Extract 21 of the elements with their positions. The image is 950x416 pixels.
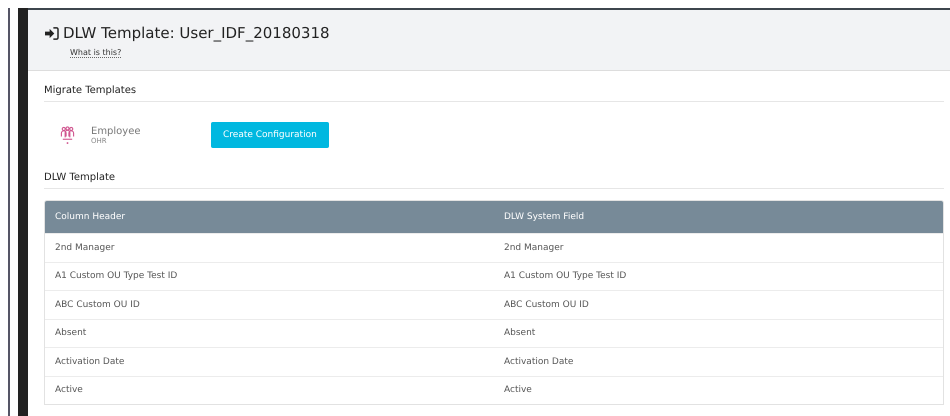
table-cell-text: A1 Custom OU Type Test ID (54, 271, 178, 282)
table-cell-text: 2nd Manager (503, 242, 564, 253)
section-title: DLW Template (44, 172, 944, 189)
table-cell-text: Activation Date (54, 356, 126, 367)
section-title: Migrate Templates (44, 85, 944, 102)
page-title: DLW Template: User_IDF_20180318 (63, 24, 330, 42)
table-cell-text: ABC Custom OU ID (503, 300, 590, 310)
column-header: DLW System Field (503, 212, 586, 222)
table-cell-text: Activation Date (503, 356, 574, 367)
sign-in-arrow-icon (44, 26, 59, 40)
table-cell-text: A1 Custom OU Type Test ID (503, 271, 628, 282)
table-cell-text: Absent (503, 328, 536, 338)
table-cell-text: ABC Custom OU ID (54, 300, 141, 310)
table-cell-text: 2nd Manager (54, 242, 116, 253)
help-link[interactable]: What is this? (70, 48, 122, 58)
table-cell-text: Active (503, 385, 533, 396)
people-group-icon (60, 126, 75, 144)
template-name: Employee (91, 126, 142, 136)
table-cell-text: Active (54, 385, 84, 396)
table-cell-text: Absent (54, 328, 88, 338)
column-header: Column Header (54, 212, 126, 222)
